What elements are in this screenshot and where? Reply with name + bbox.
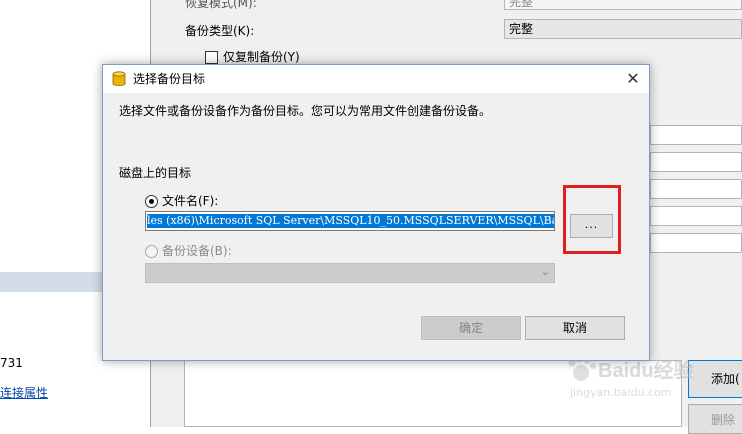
background-field	[650, 233, 742, 253]
filename-radio[interactable]	[145, 195, 158, 208]
backup-device-radio[interactable]	[145, 245, 158, 258]
disk-destination-group-label: 磁盘上的目标	[119, 166, 192, 180]
dialog-titlebar[interactable]: 选择备份目标 ✕	[103, 65, 649, 93]
connection-properties-link[interactable]: 连接属性	[0, 384, 48, 401]
copy-only-checkbox[interactable]	[205, 51, 218, 64]
highlight-annotation-box	[563, 185, 621, 254]
chevron-down-icon: ⌄	[540, 265, 550, 278]
backup-type-label: 备份类型(K):	[185, 24, 255, 38]
cancel-button[interactable]: 取消	[525, 316, 625, 340]
filename-input[interactable]: les (x86)\Microsoft SQL Server\MSSQL10_5…	[145, 211, 555, 231]
close-icon[interactable]: ✕	[619, 67, 647, 91]
radio-selected-dot	[149, 199, 154, 204]
backup-device-label: 备份设备(B):	[162, 244, 232, 258]
ok-button[interactable]: 确定	[421, 316, 521, 340]
background-field	[650, 152, 742, 172]
background-field	[650, 125, 742, 145]
copy-only-label: 仅复制备份(Y)	[223, 50, 300, 64]
background-field	[650, 179, 742, 199]
database-icon	[112, 71, 126, 86]
left-panel-number: 731	[0, 356, 23, 370]
dialog-title: 选择备份目标	[133, 72, 206, 86]
filename-value: les (x86)\Microsoft SQL Server\MSSQL10_5…	[147, 214, 554, 228]
recovery-model-field: 完整	[504, 0, 742, 10]
backup-type-combo[interactable]: 完整	[504, 19, 742, 39]
filename-label: 文件名(F):	[162, 194, 219, 208]
add-button[interactable]: 添加(	[688, 360, 742, 398]
remove-button[interactable]: 删除	[688, 404, 742, 434]
backup-destination-list[interactable]	[184, 360, 682, 427]
recovery-model-label: 恢复模式(M):	[185, 0, 257, 10]
dialog-description: 选择文件或备份设备作为备份目标。您可以为常用文件创建备份设备。	[119, 104, 492, 118]
backup-device-combo[interactable]: ⌄	[145, 263, 555, 283]
background-field	[650, 206, 742, 226]
